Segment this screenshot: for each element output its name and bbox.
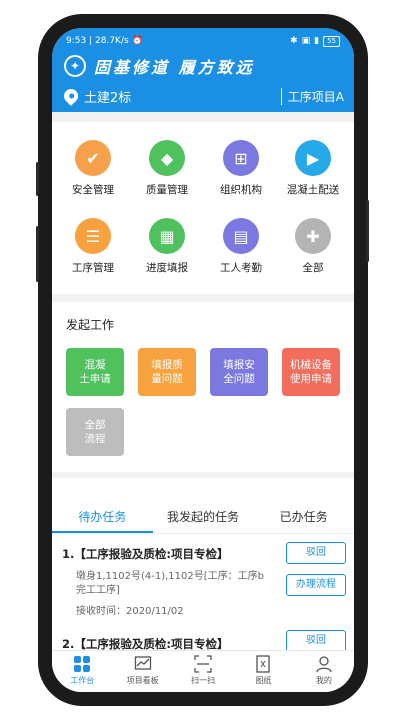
phone-side-button [36, 226, 39, 282]
nav-drawing[interactable]: 图纸 [233, 651, 293, 692]
status-time: 9:53 [66, 36, 87, 46]
quality-shield-icon: ◆ [149, 140, 185, 176]
nav-dashboard[interactable]: 项目看板 [112, 651, 172, 692]
start-work-section: 发起工作 混凝 土申请 填报质 量问题 填报安 全问题 机械设备 使用申请 全部… [52, 302, 354, 472]
section-title: 发起工作 [66, 318, 115, 332]
tab-completed[interactable]: 已办任务 [253, 502, 354, 533]
phone-power-button [366, 200, 369, 262]
process-flow-button[interactable]: 办理流程 [286, 574, 346, 596]
reject-button[interactable]: 驳回 [286, 542, 346, 564]
grid-item-progress[interactable]: ▦ 进度填报 [132, 218, 202, 275]
grid-item-label: 工序管理 [72, 262, 114, 274]
grid-item-label: 混凝土配送 [286, 184, 340, 196]
grid-item-process[interactable]: ☰ 工序管理 [58, 218, 128, 275]
tab-initiated[interactable]: 我发起的任务 [153, 502, 254, 533]
concrete-request-button[interactable]: 混凝 土申请 [66, 348, 124, 396]
nav-label: 扫一扫 [191, 676, 216, 685]
concrete-truck-icon: ▶ [295, 140, 331, 176]
shield-check-icon: ✔ [75, 140, 111, 176]
grid-item-quality[interactable]: ◆ 质量管理 [132, 140, 202, 197]
location-selector[interactable]: 土建2标 [61, 86, 132, 106]
grid-item-attendance[interactable]: ▤ 工人考勤 [206, 218, 276, 275]
workbench-icon [73, 655, 91, 673]
slogan: 固基修道 履方致远 [94, 58, 255, 77]
task-time: 接收时间：2020/11/02 [76, 606, 184, 617]
grid-item-label: 全部 [302, 262, 324, 274]
grid-item-label: 工人考勤 [220, 262, 262, 274]
bottom-nav: 工作台 项目看板 扫一扫 图纸 我的 [52, 650, 354, 692]
grid-item-all[interactable]: ✚ 全部 [278, 218, 348, 275]
brand-row: ✦ 固基修道 履方致远 [64, 54, 255, 78]
safety-issue-button[interactable]: 填报安 全问题 [210, 348, 268, 396]
scan-icon [194, 655, 212, 673]
nav-profile[interactable]: 我的 [294, 651, 354, 692]
project-row: 土建2标 工序项目A [61, 86, 344, 106]
equipment-request-button[interactable]: 机械设备 使用申请 [282, 348, 340, 396]
bluetooth-icon: ✱ [290, 36, 298, 46]
app-screen: 9:53 | 28.7K/s ⏰ ✱ ▣ ▮ 55 ✦ 固基修道 履方致远 土建… [52, 28, 354, 692]
grid-item-label: 安全管理 [72, 184, 114, 196]
battery-icon: 55 [323, 35, 340, 47]
function-grid: ✔ 安全管理 ◆ 质量管理 ⊞ 组织机构 ▶ 混凝土配送 ☰ 工序管理 ▦ 进度… [52, 122, 354, 294]
phone-side-button [36, 162, 39, 196]
task-desc: 墩身1,1102号(4-1),1102号[工序：工序b完工工序] [76, 571, 265, 596]
app-header: 9:53 | 28.7K/s ⏰ ✱ ▣ ▮ 55 ✦ 固基修道 履方致远 土建… [52, 28, 354, 112]
grid-item-concrete[interactable]: ▶ 混凝土配送 [278, 140, 348, 197]
all-process-button[interactable]: 全部 流程 [66, 408, 124, 456]
grid-item-organization[interactable]: ⊞ 组织机构 [206, 140, 276, 197]
nav-label: 工作台 [70, 676, 95, 685]
logo-icon: ✦ [64, 55, 86, 77]
checklist-icon: ☰ [75, 218, 111, 254]
grid-item-label: 进度填报 [146, 262, 188, 274]
alarm-icon: ⏰ [131, 36, 143, 46]
location-pin-icon [61, 86, 81, 106]
grid-item-label: 组织机构 [220, 184, 262, 196]
project-selector[interactable]: 工序项目A [280, 87, 344, 105]
dashboard-chart-icon [134, 655, 152, 673]
status-speed: 28.7K/s [95, 36, 129, 46]
calendar-progress-icon: ▦ [149, 218, 185, 254]
quality-issue-button[interactable]: 填报质 量问题 [138, 348, 196, 396]
nav-label: 图纸 [255, 676, 272, 685]
reject-button[interactable]: 驳回 [286, 630, 346, 652]
grid-item-label: 质量管理 [146, 184, 188, 196]
nav-label: 项目看板 [126, 676, 159, 685]
tab-pending[interactable]: 待办任务 [52, 502, 153, 533]
task-tabs: 待办任务 我发起的任务 已办任务 [52, 502, 354, 534]
nav-scan[interactable]: 扫一扫 [173, 651, 233, 692]
location-label: 土建2标 [84, 90, 132, 106]
hd-icon: ▣ [301, 36, 311, 46]
grid-item-safety[interactable]: ✔ 安全管理 [58, 140, 128, 197]
status-bar: 9:53 | 28.7K/s ⏰ ✱ ▣ ▮ 55 [66, 34, 340, 48]
org-chart-icon: ⊞ [223, 140, 259, 176]
nav-workbench[interactable]: 工作台 [52, 651, 112, 692]
nav-label: 我的 [315, 676, 332, 685]
all-apps-icon: ✚ [295, 218, 331, 254]
signal-icon: ▮ [314, 36, 320, 46]
drawing-icon [254, 655, 272, 673]
profile-icon [315, 655, 333, 673]
attendance-icon: ▤ [223, 218, 259, 254]
